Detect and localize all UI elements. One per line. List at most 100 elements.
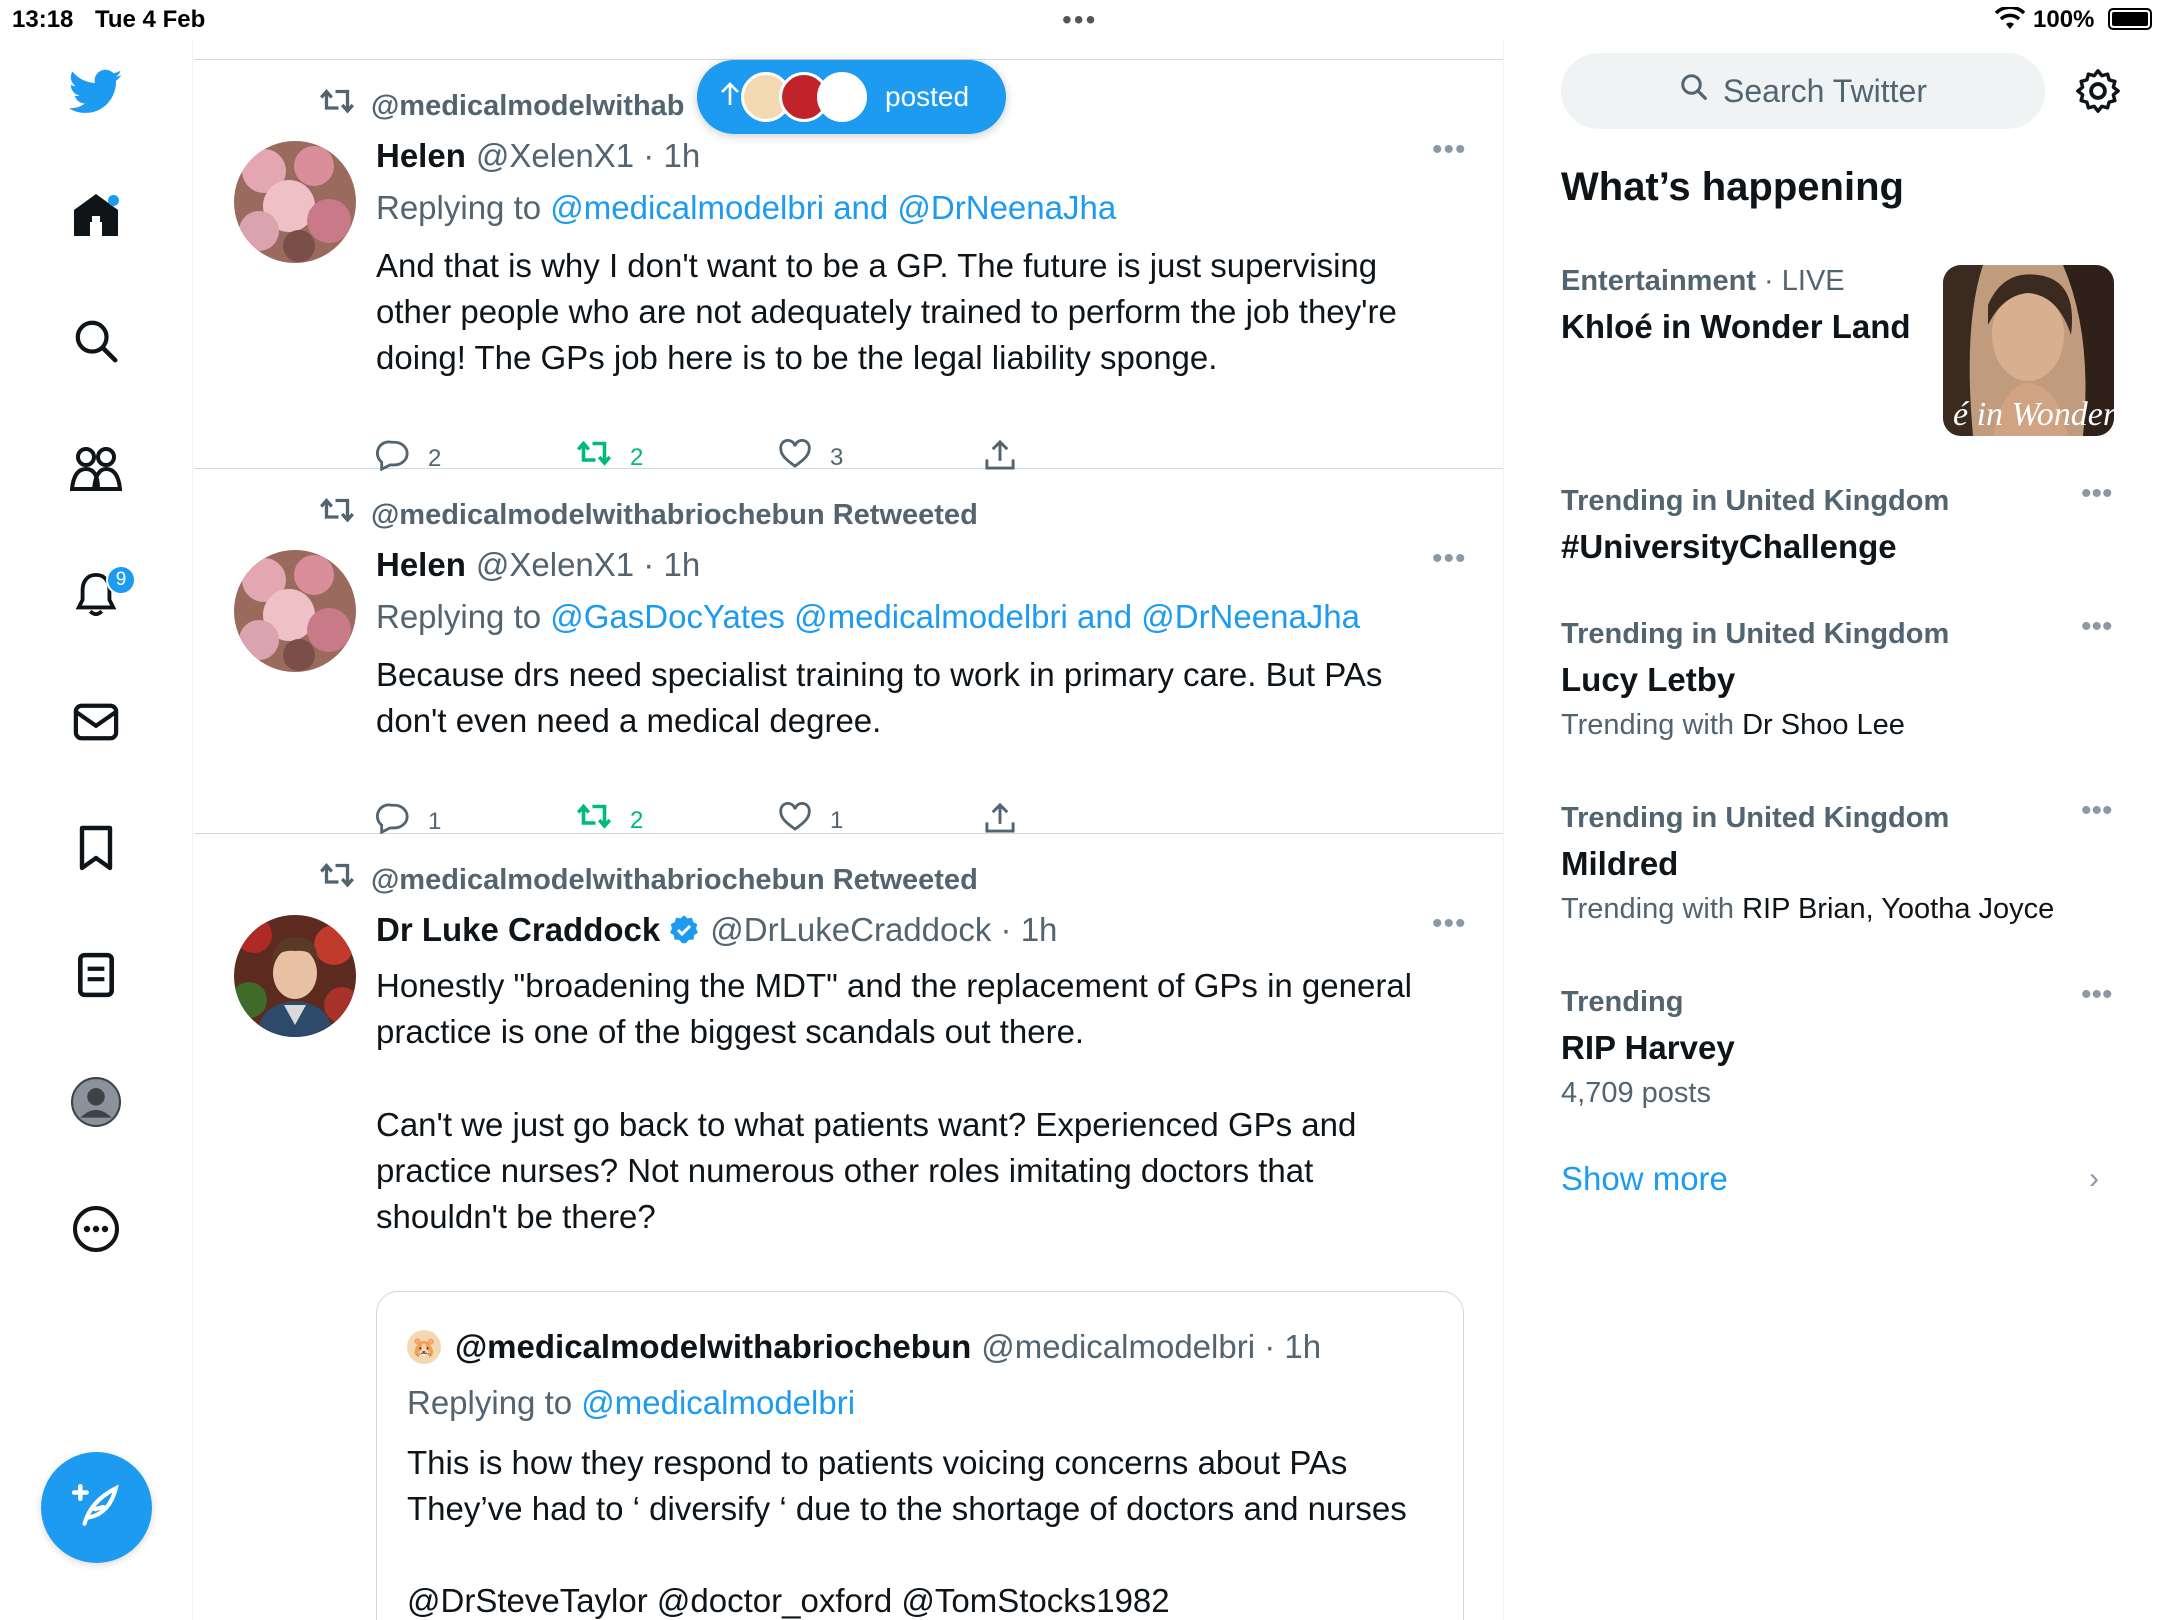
nav-explore[interactable]: [66, 313, 126, 373]
tweet-more-icon[interactable]: •••: [1432, 907, 1467, 941]
compose-feather-icon: [71, 1480, 122, 1535]
trend-name: Mildred: [1561, 845, 1679, 882]
retweet-count: 2: [630, 806, 644, 834]
tweet-more-icon[interactable]: •••: [1432, 133, 1467, 167]
search-icon: [73, 318, 119, 369]
tweet-more-icon[interactable]: •••: [1432, 542, 1467, 576]
status-time: 13:18: [12, 6, 74, 33]
author-name[interactable]: Dr Luke Craddock: [376, 911, 660, 949]
nav-home[interactable]: [66, 187, 126, 247]
nav-profile[interactable]: [66, 1074, 126, 1134]
trend-item[interactable]: Trending in United Kingdom Lucy Letby Tr…: [1561, 610, 2121, 742]
timeline-header: [194, 40, 1503, 60]
tweet-header: Dr Luke Craddock @DrLukeCraddock · 1h: [376, 911, 1057, 949]
trend-thumbnail-text: é in Wonder l: [1953, 396, 2114, 433]
trend-post-count: 4,709 posts: [1561, 1077, 1711, 1109]
tweet-card[interactable]: @medicalmodelwithabriochebun Retweeted H…: [194, 470, 1503, 835]
retweet-icon: [576, 802, 612, 839]
trend-category: Trending in United Kingdom: [1561, 485, 1950, 517]
trend-item[interactable]: Trending in United Kingdom #UniversityCh…: [1561, 477, 2121, 566]
trend-more-icon[interactable]: •••: [2081, 794, 2113, 828]
avatar[interactable]: [234, 550, 356, 672]
retweeted-by-label: @medicalmodelwithabriochebun Retweeted: [371, 498, 978, 531]
home-unread-dot: [108, 195, 119, 206]
trend-more-icon[interactable]: •••: [2081, 477, 2113, 511]
replying-to-link[interactable]: @medicalmodelbri: [581, 1384, 855, 1421]
reply-count: 1: [428, 807, 442, 835]
avatar[interactable]: [234, 915, 356, 1037]
replying-to-link[interactable]: @medicalmodelbri and @DrNeenaJha: [550, 189, 1116, 226]
chevron-right-icon: ›: [2089, 1162, 2099, 1195]
search-input[interactable]: Search Twitter: [1561, 53, 2045, 129]
like-count: 3: [830, 443, 844, 471]
nav-communities[interactable]: [66, 440, 126, 500]
replying-to-link[interactable]: @GasDocYates @medicalmodelbri and @DrNee…: [550, 598, 1360, 635]
home-timeline: @medicalmodelwithab Helen @XelenX1 · 1h …: [194, 40, 1504, 1620]
reply-count: 2: [428, 444, 442, 472]
author-handle[interactable]: @XelenX1 · 1h: [476, 137, 700, 175]
author-name[interactable]: Helen: [376, 546, 466, 584]
author-name[interactable]: Helen: [376, 137, 466, 175]
author-handle[interactable]: @DrLukeCraddock · 1h: [710, 911, 1057, 949]
like-button[interactable]: 1: [778, 802, 843, 839]
trend-more-icon[interactable]: •••: [2081, 610, 2113, 644]
trend-category: Trending in United Kingdom: [1561, 802, 1950, 834]
quoted-mentions: @DrSteveTaylor @doctor_oxford @TomStocks…: [407, 1582, 1170, 1619]
quoted-author-handle: @medicalmodelbri · 1h: [981, 1328, 1322, 1365]
show-more-link[interactable]: Show more ›: [1561, 1160, 2121, 1198]
author-handle[interactable]: @XelenX1 · 1h: [476, 546, 700, 584]
retweet-button[interactable]: 2: [576, 802, 643, 839]
trend-sub-link[interactable]: RIP Brian, Yootha Joyce: [1742, 893, 2054, 925]
replying-to: Replying to @GasDocYates @medicalmodelbr…: [376, 598, 1360, 636]
twitter-logo-icon[interactable]: [66, 62, 126, 122]
status-bar: 13:18 Tue 4 Feb ••• 100%: [0, 0, 2160, 40]
whats-happening-title: What’s happening: [1561, 165, 1904, 209]
tweet-text: And that is why I don't want to be a GP.…: [376, 247, 1397, 376]
settings-gear-icon[interactable]: [2075, 68, 2121, 119]
trend-more-icon[interactable]: •••: [2081, 978, 2113, 1012]
verified-badge-icon: [668, 914, 700, 946]
multitask-dots-icon[interactable]: •••: [1062, 4, 1097, 36]
quoted-author-avatar: 🐹: [407, 1330, 441, 1364]
retweet-icon: [319, 861, 355, 899]
trend-sub-link[interactable]: Dr Shoo Lee: [1742, 709, 1905, 741]
trend-category: Trending: [1561, 986, 1684, 1018]
quoted-tweet[interactable]: 🐹 @medicalmodelwithabriochebun @medicalm…: [376, 1291, 1464, 1620]
quoted-author-name: @medicalmodelwithabriochebun: [455, 1328, 972, 1365]
quoted-line: They’ve had to ‘ diversify ‘ due to the …: [407, 1490, 1407, 1527]
nav-more[interactable]: [66, 1201, 126, 1261]
more-circle-icon: [72, 1205, 120, 1258]
nav-lists[interactable]: [66, 947, 126, 1007]
trend-name: Lucy Letby: [1561, 661, 1736, 698]
replying-to: Replying to @medicalmodelbri and @DrNeen…: [376, 189, 1116, 227]
nav-bookmarks[interactable]: [66, 820, 126, 880]
retweet-indicator: @medicalmodelwithabriochebun Retweeted: [319, 861, 978, 899]
bookmark-icon: [77, 824, 115, 877]
quoted-tweet-header: 🐹 @medicalmodelwithabriochebun @medicalm…: [407, 1328, 1321, 1366]
mail-icon: [73, 702, 119, 747]
tweet-text: Honestly "broadening the MDT" and the re…: [376, 963, 1446, 1240]
trend-live-label: · LIVE: [1755, 265, 1845, 297]
search-icon: [1679, 72, 1709, 110]
tweet-header: Helen @XelenX1 · 1h: [376, 137, 700, 175]
retweet-icon: [319, 87, 355, 125]
trend-item[interactable]: Trending in United Kingdom Mildred Trend…: [1561, 794, 2121, 926]
trend-item[interactable]: Trending RIP Harvey 4,709 posts •••: [1561, 978, 2121, 1110]
quoted-replying-to: Replying to @medicalmodelbri: [407, 1384, 855, 1422]
quoted-line: This is how they respond to patients voi…: [407, 1444, 1348, 1481]
compose-tweet-button[interactable]: [41, 1452, 152, 1563]
show-more-label: Show more: [1561, 1160, 1728, 1197]
trend-name: RIP Harvey: [1561, 1029, 1735, 1066]
retweet-indicator: @medicalmodelwithabriochebun Retweeted: [319, 496, 978, 534]
nav-notifications[interactable]: 9: [66, 565, 136, 627]
pill-avatar: [817, 72, 867, 122]
nav-messages[interactable]: [66, 694, 126, 754]
tweet-card[interactable]: @medicalmodelwithabriochebun Retweeted D…: [194, 835, 1503, 1620]
avatar[interactable]: [234, 141, 356, 263]
trend-thumbnail[interactable]: é in Wonder l: [1943, 265, 2114, 436]
retweet-count: 2: [630, 443, 644, 471]
new-posts-pill[interactable]: posted: [697, 60, 1006, 134]
trend-category: Trending in United Kingdom: [1561, 618, 1950, 650]
retweet-icon: [319, 496, 355, 534]
trend-category: Entertainment: [1561, 265, 1756, 297]
